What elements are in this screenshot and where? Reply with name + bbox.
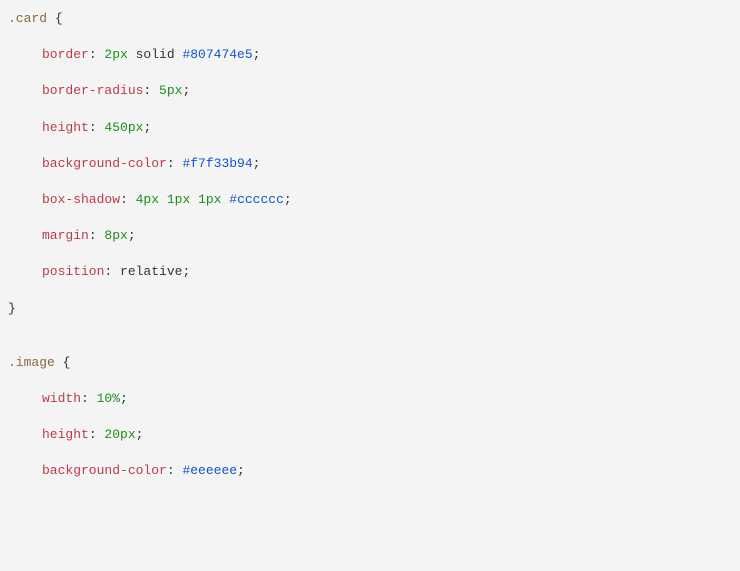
colon: : bbox=[81, 391, 97, 406]
css-value-token: #807474e5 bbox=[182, 47, 252, 62]
colon: : bbox=[167, 156, 183, 171]
css-property: height bbox=[42, 120, 89, 135]
css-value-token: relative bbox=[120, 264, 182, 279]
css-value-token: solid bbox=[128, 47, 183, 62]
css-value-token: 8px bbox=[104, 228, 127, 243]
css-property: width bbox=[42, 391, 81, 406]
semicolon: ; bbox=[253, 156, 261, 171]
css-property: height bbox=[42, 427, 89, 442]
blank-line bbox=[8, 137, 740, 155]
colon: : bbox=[104, 264, 120, 279]
css-value-token: 4px bbox=[136, 192, 159, 207]
css-property: border bbox=[42, 47, 89, 62]
blank-line bbox=[8, 318, 740, 336]
blank-line bbox=[8, 101, 740, 119]
blank-line bbox=[8, 408, 740, 426]
colon: : bbox=[89, 47, 105, 62]
semicolon: ; bbox=[182, 264, 190, 279]
semicolon: ; bbox=[253, 47, 261, 62]
css-property: background-color bbox=[42, 463, 167, 478]
css-value-token: 5px bbox=[159, 83, 182, 98]
css-value-token: 10% bbox=[97, 391, 120, 406]
declaration-line: border: 2px solid #807474e5; bbox=[8, 46, 740, 64]
brace-close: } bbox=[8, 301, 16, 316]
css-value-token: #f7f33b94 bbox=[182, 156, 252, 171]
space bbox=[47, 11, 55, 26]
css-property: background-color bbox=[42, 156, 167, 171]
semicolon: ; bbox=[237, 463, 245, 478]
declaration-line: width: 10%; bbox=[8, 390, 740, 408]
declaration-line: margin: 8px; bbox=[8, 227, 740, 245]
blank-line bbox=[8, 282, 740, 300]
blank-line bbox=[8, 245, 740, 263]
semicolon: ; bbox=[182, 83, 190, 98]
blank-line bbox=[8, 336, 740, 354]
semicolon: ; bbox=[120, 391, 128, 406]
declaration-line: background-color: #eeeeee; bbox=[8, 462, 740, 480]
css-value-token: 1px bbox=[198, 192, 221, 207]
semicolon: ; bbox=[284, 192, 292, 207]
css-selector: .image bbox=[8, 355, 55, 370]
css-value-token: 1px bbox=[167, 192, 190, 207]
colon: : bbox=[143, 83, 159, 98]
brace-open: { bbox=[55, 11, 63, 26]
css-value-token: 450px bbox=[104, 120, 143, 135]
css-property: box-shadow bbox=[42, 192, 120, 207]
css-value-token bbox=[159, 192, 167, 207]
css-value-token: 2px bbox=[104, 47, 127, 62]
declaration-line: height: 450px; bbox=[8, 119, 740, 137]
blank-line bbox=[8, 28, 740, 46]
declaration-line: box-shadow: 4px 1px 1px #cccccc; bbox=[8, 191, 740, 209]
css-property: position bbox=[42, 264, 104, 279]
css-value-token: 20px bbox=[104, 427, 135, 442]
semicolon: ; bbox=[128, 228, 136, 243]
semicolon: ; bbox=[143, 120, 151, 135]
colon: : bbox=[89, 120, 105, 135]
declaration-line: position: relative; bbox=[8, 263, 740, 281]
blank-line bbox=[8, 173, 740, 191]
blank-line bbox=[8, 444, 740, 462]
brace-open: { bbox=[63, 355, 71, 370]
css-property: margin bbox=[42, 228, 89, 243]
brace-close-line: } bbox=[8, 300, 740, 318]
blank-line bbox=[8, 64, 740, 82]
css-value-token: #cccccc bbox=[229, 192, 284, 207]
css-value-token bbox=[190, 192, 198, 207]
blank-line bbox=[8, 209, 740, 227]
css-code-block: .card {border: 2px solid #807474e5;borde… bbox=[8, 10, 740, 498]
semicolon: ; bbox=[136, 427, 144, 442]
css-property: border-radius bbox=[42, 83, 143, 98]
selector-line: .card { bbox=[8, 10, 740, 28]
declaration-line: height: 20px; bbox=[8, 426, 740, 444]
colon: : bbox=[89, 228, 105, 243]
blank-line bbox=[8, 372, 740, 390]
colon: : bbox=[120, 192, 136, 207]
declaration-line: background-color: #f7f33b94; bbox=[8, 155, 740, 173]
colon: : bbox=[167, 463, 183, 478]
css-value-token: #eeeeee bbox=[182, 463, 237, 478]
selector-line: .image { bbox=[8, 354, 740, 372]
blank-line bbox=[8, 480, 740, 498]
css-selector: .card bbox=[8, 11, 47, 26]
colon: : bbox=[89, 427, 105, 442]
space bbox=[55, 355, 63, 370]
declaration-line: border-radius: 5px; bbox=[8, 82, 740, 100]
